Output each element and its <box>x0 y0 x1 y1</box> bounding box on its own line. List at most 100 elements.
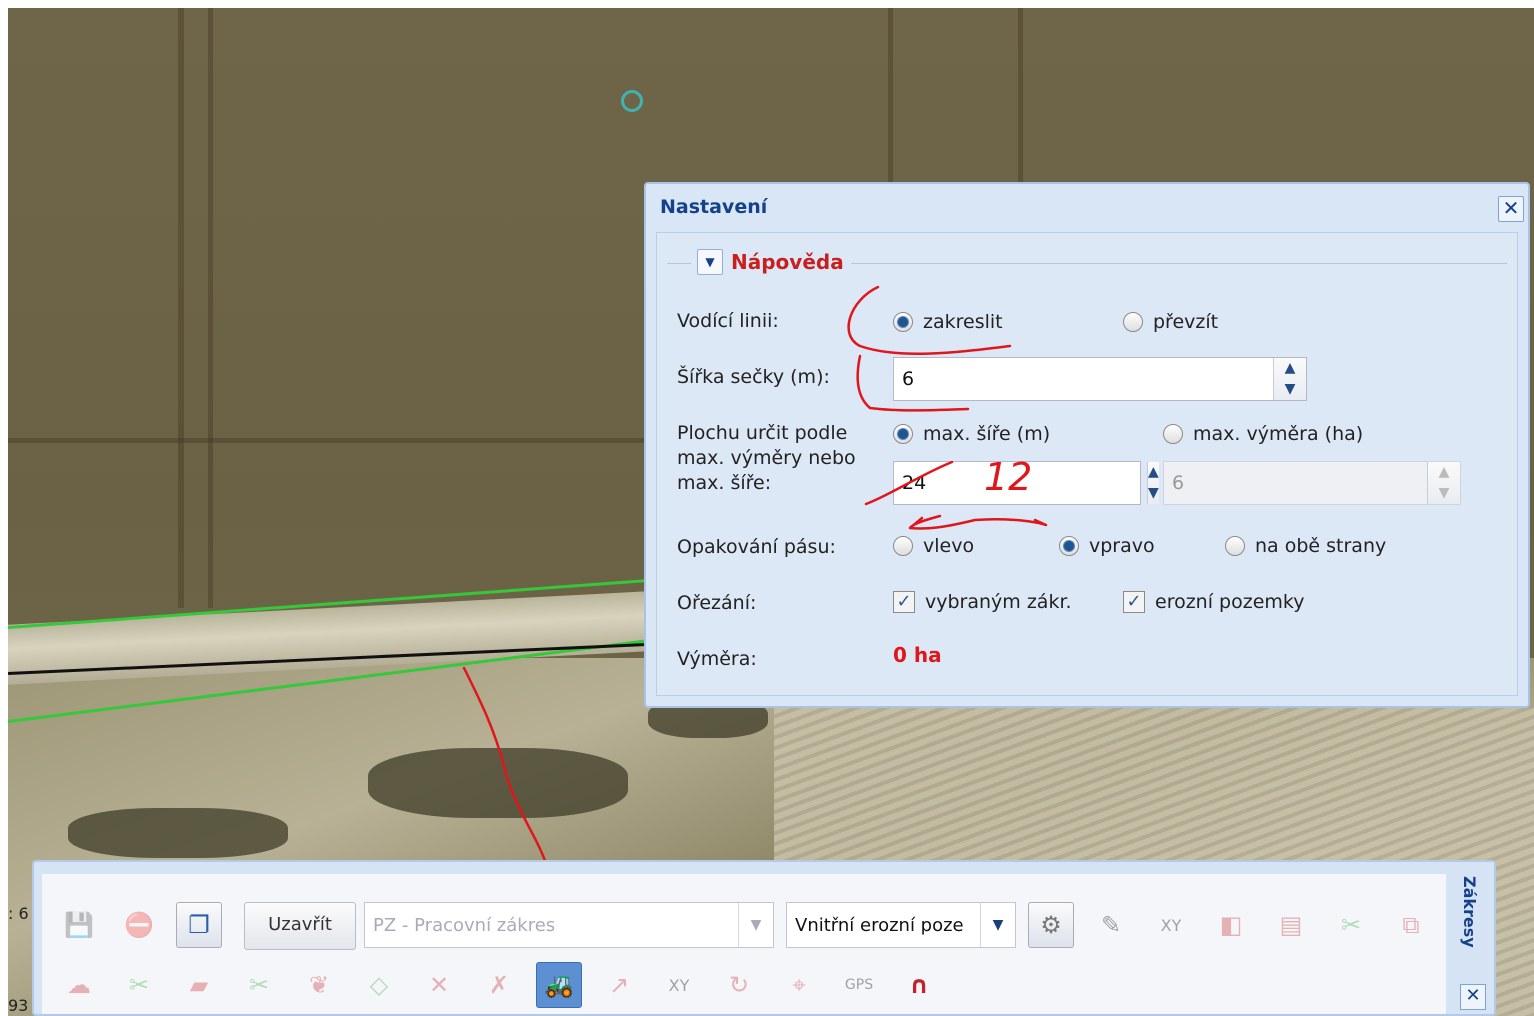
close-button[interactable]: Uzavřít <box>244 902 356 950</box>
tractor-strip-button[interactable]: 🚜 <box>536 962 582 1008</box>
help-legend[interactable]: ▼ Nápověda <box>697 249 844 275</box>
chevron-down-icon[interactable]: ▼ <box>697 249 723 275</box>
tractor-icon: 🚜 <box>544 971 574 999</box>
radio-draw-label: zakreslit <box>923 311 1003 333</box>
layer-select[interactable]: PZ - Pracovní zákres ▼ <box>364 902 774 948</box>
vegetation-patch <box>368 748 628 818</box>
remove-button[interactable]: ✗ <box>476 962 522 1008</box>
max-width-input[interactable] <box>894 462 1147 504</box>
shape-button[interactable]: ◇ <box>356 962 402 1008</box>
windows-button[interactable]: ❐ <box>176 902 222 948</box>
spinner-arrows[interactable]: ▲ ▼ <box>1273 358 1306 400</box>
clipping-label: Ořezání: <box>677 592 757 614</box>
max-width-spinner[interactable]: ▲ ▼ <box>893 461 1159 505</box>
radio-both-sides[interactable]: na obě strany <box>1225 535 1386 557</box>
radio-dot-selected[interactable] <box>1059 536 1079 556</box>
chevron-down-icon[interactable]: ▼ <box>980 903 1015 947</box>
xy-point-button[interactable]: XY <box>656 962 702 1008</box>
eraser-icon: ◧ <box>1219 911 1243 939</box>
swath-width-input[interactable] <box>894 358 1273 400</box>
checkbox-checked[interactable]: ✓ <box>893 591 915 613</box>
radio-right-label: vpravo <box>1089 535 1155 557</box>
rotate-button[interactable]: ↻ <box>716 962 762 1008</box>
radio-dot[interactable] <box>1225 536 1245 556</box>
field-track <box>888 8 893 188</box>
cancel-button[interactable]: ⛔ <box>116 902 162 948</box>
radio-max-area[interactable]: max. výměra (ha) <box>1163 423 1363 445</box>
diamond-icon: ◇ <box>369 971 389 999</box>
cut-plant-button[interactable]: ✂ <box>116 962 162 1008</box>
side-tab-label: Zákresy <box>1460 876 1479 948</box>
split-area-button[interactable]: ▤ <box>1268 902 1314 948</box>
area-label: Výměra: <box>677 648 757 670</box>
arrow-up-icon[interactable]: ▲ <box>1274 358 1306 379</box>
drawing-toolbar: 💾 ⛔ ❐ Uzavřít PZ - Pracovní zákres ▼ Vni… <box>32 860 1496 1016</box>
edit-button[interactable]: ✎ <box>1088 902 1134 948</box>
scissors-icon: ✂ <box>128 971 150 999</box>
spinner-arrows[interactable]: ▲ ▼ <box>1147 462 1159 504</box>
cut-multi-button[interactable]: ✂ <box>236 962 282 1008</box>
cloud-icon: ☁ <box>67 971 91 999</box>
arrow-down-icon: ▼ <box>1438 485 1450 501</box>
checkbox-checked[interactable]: ✓ <box>1123 591 1145 613</box>
windows-icon: ❐ <box>188 911 210 939</box>
radio-dot[interactable] <box>1163 424 1183 444</box>
xy-icon: XY <box>1160 915 1182 935</box>
legend-rule <box>851 263 1507 264</box>
layer-select-value: PZ - Pracovní zákres <box>373 914 556 936</box>
settings-dialog: Nastavení ✕ ▼ Nápověda Vodící linii: zak… <box>644 182 1530 708</box>
field-button[interactable]: ▰ <box>176 962 222 1008</box>
toolbar-body: 💾 ⛔ ❐ Uzavřít PZ - Pracovní zákres ▼ Vni… <box>42 874 1446 1014</box>
radio-dot-selected[interactable] <box>893 424 913 444</box>
gear-icon: ⚙ <box>1040 911 1062 939</box>
radio-both-sides-label: na obě strany <box>1255 535 1387 557</box>
line-button[interactable]: ↗ <box>596 962 642 1008</box>
radio-draw[interactable]: zakreslit <box>893 311 1003 333</box>
cross-shape-icon: ✕ <box>428 971 450 999</box>
check-erosion-plots[interactable]: ✓ erozní pozemky <box>1123 591 1304 613</box>
swath-width-label: Šířka sečky (m): <box>677 366 830 388</box>
radio-take-over[interactable]: převzít <box>1123 311 1218 333</box>
chevron-down-icon[interactable]: ▼ <box>738 903 773 947</box>
merge-button[interactable]: ⧉ <box>1388 902 1434 948</box>
xy-button[interactable]: XY <box>1148 902 1194 948</box>
radio-dot[interactable] <box>893 536 913 556</box>
gps-button[interactable]: GPS <box>836 962 882 1008</box>
radio-max-area-label: max. výměra (ha) <box>1193 423 1364 445</box>
tulip-icon: ❦ <box>308 971 330 999</box>
scissors-icon: ✂ <box>1340 911 1362 939</box>
drawings-side-tab[interactable]: Zákresy ✕ <box>1450 862 1494 1014</box>
check-selected-drawings[interactable]: ✓ vybraným zákr. <box>893 591 1072 613</box>
magnet-icon: ∩ <box>909 971 929 999</box>
radio-dot-selected[interactable] <box>893 312 913 332</box>
cut-button[interactable]: ✂ <box>1328 902 1374 948</box>
radio-left-label: vlevo <box>923 535 975 557</box>
dialog-title: Nastavení <box>660 196 768 218</box>
radio-max-width[interactable]: max. šíře (m) <box>893 423 1050 445</box>
radio-dot[interactable] <box>1123 312 1143 332</box>
erosion-select[interactable]: Vnitřní erozní poze ▼ <box>786 902 1016 948</box>
close-icon[interactable]: ✕ <box>1460 984 1486 1010</box>
save-button[interactable]: 💾 <box>56 902 102 948</box>
scissors-icon: ✂ <box>248 971 270 999</box>
arrow-down-icon[interactable]: ▼ <box>1148 483 1159 504</box>
radio-right[interactable]: vpravo <box>1059 535 1155 557</box>
arrow-up-icon[interactable]: ▲ <box>1148 462 1159 483</box>
gps-icon: GPS <box>844 977 874 993</box>
settings-button[interactable]: ⚙ <box>1028 902 1074 948</box>
delete-shape-button[interactable]: ✕ <box>416 962 462 1008</box>
plant-button[interactable]: ❦ <box>296 962 342 1008</box>
arrow-down-icon[interactable]: ▼ <box>1274 379 1306 400</box>
eraser-button[interactable]: ◧ <box>1208 902 1254 948</box>
snap-button[interactable]: ∩ <box>896 962 942 1008</box>
close-icon: ✕ <box>1502 196 1520 220</box>
help-legend-label: Nápověda <box>731 250 844 274</box>
vertex-marker[interactable] <box>621 90 643 112</box>
close-dialog-button[interactable]: ✕ <box>1498 196 1524 222</box>
cloud-button[interactable]: ☁ <box>56 962 102 1008</box>
swath-width-spinner[interactable]: ▲ ▼ <box>893 357 1307 401</box>
x-icon: ✗ <box>488 971 510 999</box>
field-track <box>1018 8 1023 188</box>
pin-button[interactable]: ⌖ <box>776 962 822 1008</box>
radio-left[interactable]: vlevo <box>893 535 974 557</box>
